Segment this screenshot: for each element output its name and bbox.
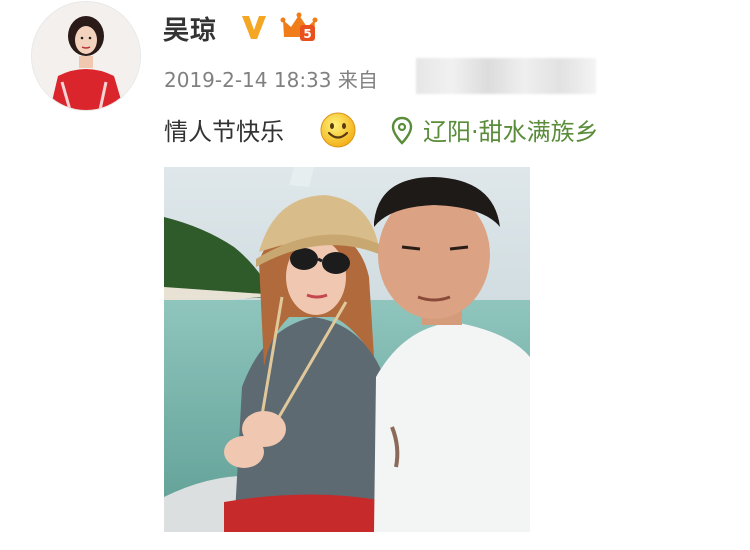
author-name[interactable]: 吴琼 — [163, 10, 217, 47]
post-date[interactable]: 2019-2-14 18:33 — [164, 68, 332, 92]
smiley-emoji-icon — [320, 112, 356, 148]
author-avatar[interactable] — [32, 2, 140, 110]
post-photo[interactable] — [164, 167, 530, 532]
location-pin-icon — [391, 116, 413, 145]
post-text: 情人节快乐 — [164, 118, 284, 146]
blurred-source — [416, 58, 596, 94]
verified-icon — [242, 16, 266, 39]
post-meta: 2019-2-14 18:33 来自 — [164, 64, 378, 93]
vip-level: 5 — [303, 27, 311, 41]
location-link[interactable]: 辽阳·甜水满族乡 — [423, 112, 599, 147]
weibo-post: 吴琼 5 2019-2-14 18:33 来自 情人节快乐 辽阳·甜水满族乡 — [0, 0, 750, 550]
post-source-prefix: 来自 — [337, 68, 378, 92]
vip-crown-icon[interactable]: 5 — [280, 11, 318, 45]
